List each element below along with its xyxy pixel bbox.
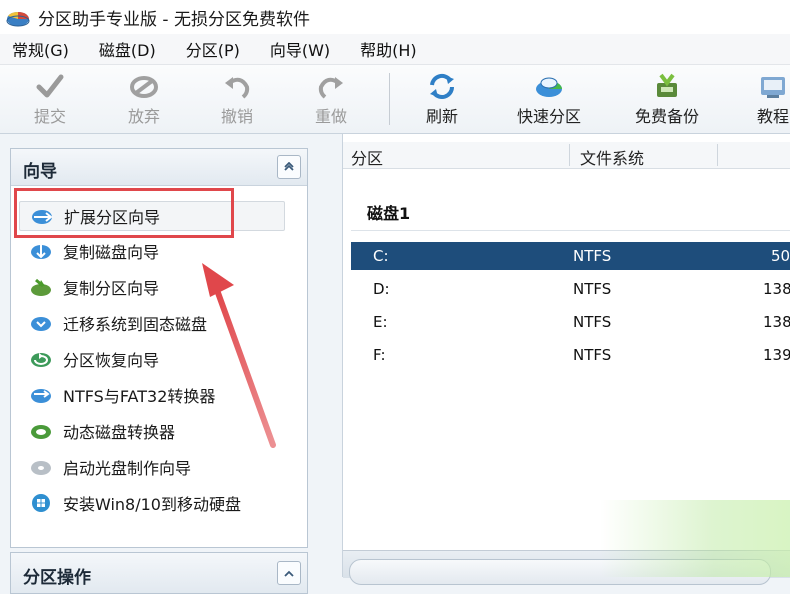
table-row[interactable]: D: NTFS 138 (351, 275, 790, 303)
wizard-panel-header: 向导 (11, 149, 307, 186)
filesystem-cell: NTFS (573, 247, 612, 265)
table-row[interactable]: C: NTFS 50 (351, 242, 790, 270)
wizard-item-label: 迁移系统到固态磁盘 (63, 315, 208, 334)
refresh-icon (430, 73, 454, 99)
annotation-arrow (202, 263, 276, 448)
capacity-cell: 138 (763, 280, 790, 298)
dynamic-disk-icon (31, 425, 51, 439)
disk-label: 磁盘1 (367, 204, 411, 223)
menu-wizard[interactable]: 向导(W) (258, 37, 348, 61)
discard-label: 放弃 (127, 107, 160, 126)
disk-map-bar[interactable] (349, 559, 771, 585)
window-title: 分区助手专业版 - 无损分区免费软件 (38, 9, 310, 30)
wizard-panel-title: 向导 (23, 162, 57, 182)
tutorial-label: 教程 (756, 107, 789, 126)
undo-label: 撤销 (220, 107, 253, 126)
partition-recovery-icon (31, 353, 51, 367)
undo-button[interactable]: 撤销 (205, 71, 269, 129)
free-backup-button[interactable]: 免费备份 (630, 71, 704, 129)
wizard-item-win-to-go[interactable]: 安装Win8/10到移动硬盘 (19, 489, 283, 517)
discard-icon (130, 76, 158, 98)
wizard-item-label: 复制磁盘向导 (63, 243, 160, 262)
wizard-item-label: 分区恢复向导 (63, 351, 160, 370)
capacity-cell: 138 (763, 313, 790, 331)
wizard-item-label: 安装Win8/10到移动硬盘 (63, 495, 241, 514)
discard-button[interactable]: 放弃 (112, 71, 176, 129)
menu-disk[interactable]: 磁盘(D) (87, 37, 174, 61)
menu-partition[interactable]: 分区(P) (174, 37, 258, 61)
refresh-button[interactable]: 刷新 (410, 71, 474, 129)
app-logo-icon (6, 11, 30, 27)
wizard-item-label: 复制分区向导 (63, 279, 160, 298)
partition-cell: F: (373, 346, 386, 364)
column-header-partition[interactable]: 分区 (351, 145, 383, 169)
title-bar: 分区助手专业版 - 无损分区免费软件 (0, 0, 790, 34)
checkmark-icon (36, 74, 64, 98)
column-divider (569, 144, 570, 166)
filesystem-cell: NTFS (573, 346, 612, 364)
partition-cell: C: (373, 247, 389, 265)
menu-bar: 常规(G) 磁盘(D) 分区(P) 向导(W) 帮助(H) (0, 34, 790, 65)
highlight-box (14, 188, 234, 238)
filesystem-cell: NTFS (573, 280, 612, 298)
partition-list-panel: 分区 文件系统 磁盘1 C: NTFS 50 D: NTFS 138 E: NT… (342, 134, 790, 585)
disk-map-strip (343, 550, 790, 585)
redo-icon (318, 77, 343, 99)
toolbar-separator (389, 73, 390, 125)
disk-divider (351, 230, 790, 231)
wizard-item-label: 启动光盘制作向导 (63, 459, 192, 478)
column-divider (717, 144, 718, 166)
wizard-item-label: 动态磁盘转换器 (63, 423, 176, 442)
windows-install-icon (32, 494, 50, 512)
column-headers: 分区 文件系统 (343, 142, 790, 169)
free-backup-label: 免费备份 (634, 107, 699, 126)
menu-help[interactable]: 帮助(H) (348, 37, 435, 61)
redo-label: 重做 (314, 107, 347, 126)
table-row[interactable]: F: NTFS 139 (351, 341, 790, 369)
quick-partition-button[interactable]: 快速分区 (512, 71, 586, 129)
capacity-cell: 139 (763, 346, 790, 364)
partition-cell: D: (373, 280, 390, 298)
fs-converter-icon (31, 389, 51, 403)
tutorial-icon (761, 77, 785, 98)
boot-disc-icon (31, 461, 51, 475)
backup-icon (657, 73, 677, 97)
tutorial-button[interactable]: 教程 (748, 71, 790, 129)
table-row[interactable]: E: NTFS 138 (351, 308, 790, 336)
migrate-ssd-icon (31, 317, 51, 331)
ops-panel: 分区操作 (10, 552, 308, 594)
copy-disk-icon (31, 245, 51, 259)
undo-icon (225, 77, 250, 99)
commit-button[interactable]: 提交 (18, 71, 82, 129)
ops-panel-title: 分区操作 (23, 568, 91, 588)
column-header-filesystem[interactable]: 文件系统 (580, 145, 644, 169)
collapse-button[interactable] (277, 155, 301, 179)
ops-collapse-button[interactable] (277, 561, 301, 585)
copy-partition-icon (31, 278, 51, 296)
quick-partition-icon (536, 77, 562, 97)
commit-label: 提交 (33, 107, 66, 126)
quick-partition-label: 快速分区 (516, 107, 581, 126)
filesystem-cell: NTFS (573, 313, 612, 331)
menu-general[interactable]: 常规(G) (0, 37, 87, 61)
redo-button[interactable]: 重做 (299, 71, 363, 129)
partition-cell: E: (373, 313, 388, 331)
wizard-item-bootable-media[interactable]: 启动光盘制作向导 (19, 453, 283, 481)
chevron-up-icon (284, 162, 294, 171)
toolbar: 提交 放弃 撤销 重做 刷新 快速分区 免费备份 教程 (0, 65, 790, 134)
refresh-label: 刷新 (425, 107, 458, 126)
capacity-cell: 50 (771, 247, 790, 265)
